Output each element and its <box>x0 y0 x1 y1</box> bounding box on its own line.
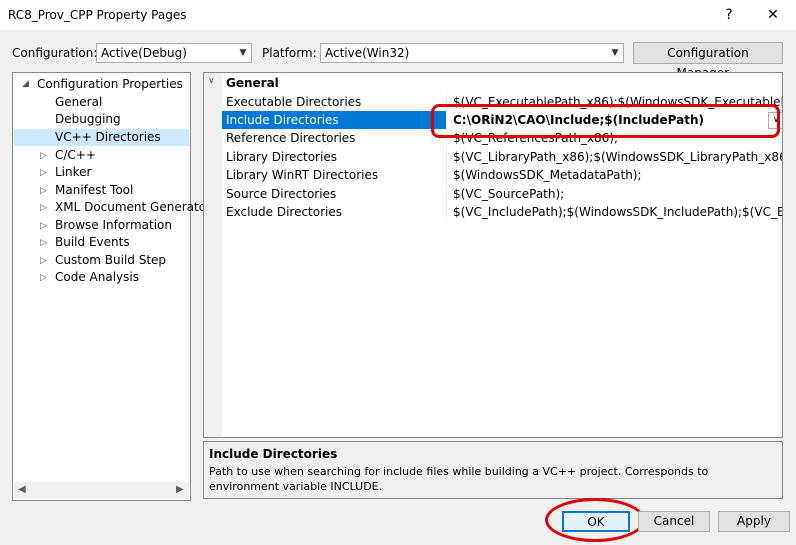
column-separator <box>446 166 447 184</box>
column-separator <box>446 148 447 166</box>
grid-row-library-directories[interactable]: Library Directories $(VC_LibraryPath_x86… <box>222 148 782 166</box>
description-panel: Include Directories Path to use when sea… <box>203 441 783 499</box>
scroll-right-arrow-icon[interactable]: ▶ <box>176 484 184 495</box>
annotation-highlight-include-value <box>431 104 780 138</box>
grid-gutter <box>204 73 222 437</box>
section-collapse-icon[interactable]: ∨ <box>208 76 215 86</box>
configuration-manager-button[interactable]: Configuration Manager... <box>633 42 783 80</box>
chevron-down-icon: ▼ <box>239 48 247 58</box>
expand-arrow-icon[interactable]: ▷ <box>40 203 47 213</box>
row-name-selected: Include Directories <box>222 111 446 129</box>
row-name: Reference Directories <box>226 131 356 145</box>
apply-button[interactable]: Apply <box>718 511 790 532</box>
row-value[interactable]: $(VC_LibraryPath_x86);$(WindowsSDK_Libra… <box>450 148 782 166</box>
row-value[interactable]: $(VC_IncludePath);$(WindowsSDK_IncludePa… <box>450 203 782 221</box>
expand-arrow-icon[interactable]: ▷ <box>40 186 47 196</box>
tree-item-c-cpp[interactable]: C/C++ <box>55 147 96 164</box>
window-title: RC8_Prov_CPP Property Pages <box>8 8 187 22</box>
expand-arrow-icon[interactable]: ▷ <box>40 151 47 161</box>
grid-row-library-winrt-directories[interactable]: Library WinRT Directories $(WindowsSDK_M… <box>222 166 782 184</box>
row-name: Library Directories <box>226 150 337 164</box>
property-tree[interactable]: ◢ Configuration Properties General Debug… <box>12 72 211 501</box>
description-title: Include Directories <box>209 447 338 461</box>
platform-dropdown[interactable]: Active(Win32) ▼ <box>320 43 624 63</box>
scroll-left-arrow-icon[interactable]: ◀ <box>18 484 26 495</box>
tree-item-browse-information[interactable]: Browse Information <box>55 217 172 234</box>
title-bar: RC8_Prov_CPP Property Pages ? ✕ <box>0 0 796 30</box>
tree-root-configuration-properties[interactable]: Configuration Properties <box>37 76 183 93</box>
configuration-value: Active(Debug) <box>101 46 187 60</box>
column-separator <box>446 185 447 203</box>
row-name: Library WinRT Directories <box>226 168 379 182</box>
tree-horizontal-scrollbar[interactable]: ◀ ▶ <box>14 482 189 499</box>
tree-item-manifest-tool[interactable]: Manifest Tool <box>55 182 133 199</box>
expand-arrow-icon[interactable]: ▷ <box>40 273 47 283</box>
section-header-general: General <box>226 76 279 90</box>
row-name: Source Directories <box>226 187 337 201</box>
annotation-circle-ok <box>545 498 645 542</box>
tree-item-custom-build-step[interactable]: Custom Build Step <box>55 252 166 269</box>
grid-row-exclude-directories[interactable]: Exclude Directories $(VC_IncludePath);$(… <box>222 203 782 221</box>
tree-item-code-analysis[interactable]: Code Analysis <box>55 269 139 286</box>
tree-item-debugging[interactable]: Debugging <box>55 111 121 128</box>
configuration-dropdown[interactable]: Active(Debug) ▼ <box>96 43 252 63</box>
expand-arrow-icon[interactable]: ▷ <box>40 238 47 248</box>
configuration-label: Configuration: <box>12 46 98 60</box>
chevron-down-icon: ▼ <box>611 48 619 58</box>
tree-item-vc-directories[interactable]: VC++ Directories <box>55 129 161 146</box>
tree-item-linker[interactable]: Linker <box>55 164 91 181</box>
row-name: Exclude Directories <box>226 205 342 219</box>
tree-item-build-events[interactable]: Build Events <box>55 234 130 251</box>
expand-arrow-icon[interactable]: ▷ <box>40 256 47 266</box>
cancel-button[interactable]: Cancel <box>638 511 710 532</box>
expand-arrow-icon[interactable]: ▷ <box>40 168 47 178</box>
platform-value: Active(Win32) <box>325 46 410 60</box>
row-name: Executable Directories <box>226 95 362 109</box>
expand-arrow-icon[interactable]: ▷ <box>40 221 47 231</box>
column-separator <box>446 203 447 221</box>
tree-item-general[interactable]: General <box>55 94 102 111</box>
grid-row-source-directories[interactable]: Source Directories $(VC_SourcePath); <box>222 185 782 203</box>
row-value[interactable]: $(WindowsSDK_MetadataPath); <box>450 166 782 184</box>
description-text: Path to use when searching for include f… <box>209 465 709 493</box>
row-value[interactable]: $(VC_SourcePath); <box>450 185 782 203</box>
close-button[interactable]: ✕ <box>758 4 788 26</box>
collapse-triangle-icon[interactable]: ◢ <box>22 79 29 89</box>
tree-item-xml-document-generator[interactable]: XML Document Generator <box>55 199 211 216</box>
help-button[interactable]: ? <box>714 4 744 26</box>
platform-label: Platform: <box>262 46 317 60</box>
